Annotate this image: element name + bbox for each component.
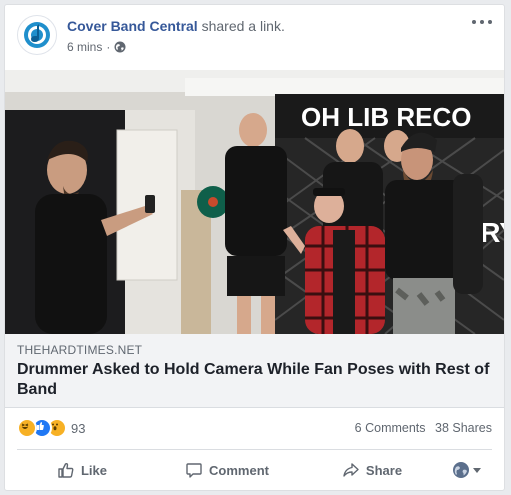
chevron-down-icon: [473, 467, 481, 473]
more-dot: [488, 20, 492, 24]
more-options-button[interactable]: [472, 15, 492, 29]
like-button[interactable]: Like: [17, 454, 147, 486]
comments-count-link[interactable]: 6 Comments: [355, 421, 426, 435]
comment-label: Comment: [209, 462, 269, 478]
post-timestamp[interactable]: 6 mins: [67, 40, 102, 54]
link-domain: THEHARDTIMES.NET: [17, 343, 143, 357]
banner-text: OH LIB RECO: [301, 102, 471, 132]
comment-button[interactable]: Comment: [147, 454, 307, 486]
engagement-row: 93 6 Comments 38 Shares: [17, 416, 492, 438]
haha-icon: [17, 418, 37, 438]
link-preview-caption[interactable]: THEHARDTIMES.NET Drummer Asked to Hold C…: [5, 334, 504, 408]
post-header: Cover Band Central shared a link. 6 mins…: [17, 15, 492, 59]
post-as-selector[interactable]: [452, 461, 492, 479]
like-label: Like: [80, 462, 107, 478]
actions-divider: [17, 449, 492, 450]
more-dot: [480, 20, 484, 24]
more-dot: [472, 20, 476, 24]
globe-icon[interactable]: [114, 41, 126, 53]
share-label: Share: [365, 462, 403, 478]
post-actions: Like Comment Share: [17, 454, 492, 486]
link-preview-image[interactable]: OH LIB RECO NRY: [5, 70, 504, 334]
link-headline[interactable]: Drummer Asked to Hold Camera While Fan P…: [17, 360, 492, 400]
share-button[interactable]: Share: [307, 454, 437, 486]
comment-share-counts: 6 Comments 38 Shares: [349, 421, 492, 435]
like-icon: [58, 462, 74, 478]
reactions-summary[interactable]: 93: [17, 418, 85, 438]
band-photo: OH LIB RECO NRY: [5, 70, 504, 334]
reaction-count[interactable]: 93: [71, 421, 85, 436]
share-icon: [343, 463, 359, 477]
comment-icon: [186, 463, 202, 478]
page-logo-icon: [19, 17, 55, 53]
post-title-line: Cover Band Central shared a link.: [67, 18, 285, 34]
page-name-link[interactable]: Cover Band Central: [67, 18, 198, 34]
shares-count-link[interactable]: 38 Shares: [435, 421, 492, 435]
shared-text: shared a link.: [201, 18, 285, 34]
page-avatar[interactable]: [17, 15, 57, 55]
profile-globe-icon: [453, 462, 469, 478]
post-card: Cover Band Central shared a link. 6 mins…: [4, 4, 505, 491]
meta-separator: ·: [106, 40, 111, 54]
post-meta: 6 mins ·: [67, 40, 126, 54]
